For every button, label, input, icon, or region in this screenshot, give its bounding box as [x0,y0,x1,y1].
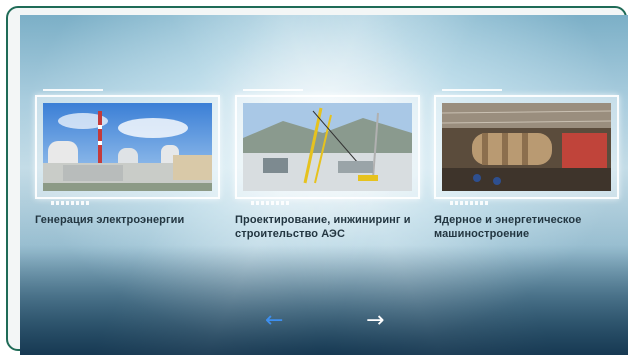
arrow-left-icon[interactable]: ← [265,310,283,332]
card-title: Проектирование, инжиниринг и строительст… [235,214,411,240]
card-image-frame [235,89,420,205]
power-plant-image [43,103,212,191]
card-power-generation[interactable]: Генерация электроэнергии [35,89,220,227]
factory-image [442,103,611,191]
card-image-frame [434,89,619,205]
card-title: Генерация электроэнергии [35,214,185,226]
carousel-stage: Генерация электроэнергии Проектирование,… [20,15,628,355]
card-title: Ядерное и энергетическое машиностроение [434,214,582,240]
card-machine-building[interactable]: Ядерное и энергетическое машиностроение [434,89,619,241]
card-design-construction[interactable]: Проектирование, инжиниринг и строительст… [235,89,420,241]
construction-site-image [243,103,412,191]
card-image-frame [35,89,220,205]
arrow-right-icon[interactable]: → [366,310,384,332]
